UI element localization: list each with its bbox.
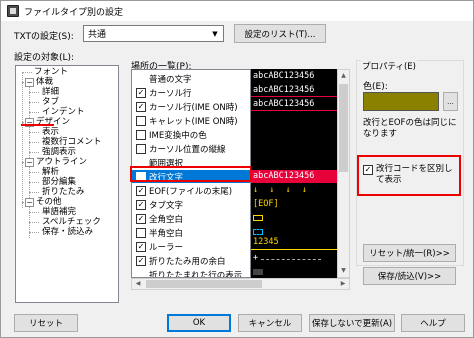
tree-item-tab[interactable]: タブ	[42, 97, 59, 107]
color-swatch[interactable]	[363, 92, 439, 111]
tree-item-other[interactable]: その他	[36, 197, 62, 207]
tree-item-outline[interactable]: アウトライン	[36, 157, 87, 167]
list-item[interactable]: IME変換中の色	[132, 128, 250, 141]
app-icon	[7, 5, 19, 17]
preview-line: +	[253, 253, 259, 263]
list-item[interactable]: ✓ カーソル行	[132, 86, 250, 99]
checkbox[interactable]: ✓	[136, 199, 146, 210]
preview-line: [EOF]	[253, 199, 279, 209]
horizontal-scrollbar[interactable]: ◀ ▶	[131, 278, 350, 290]
tree-item-detail[interactable]: 詳細	[42, 87, 59, 97]
checkbox[interactable]: ✓	[136, 87, 146, 98]
filetype-label: TXTの設定(S):	[14, 32, 74, 42]
checkbox[interactable]	[136, 115, 146, 126]
checkbox[interactable]: ✓	[136, 101, 146, 112]
cancel-button[interactable]: キャンセル	[238, 314, 302, 332]
tree-item-folding[interactable]: 折りたたみ	[42, 187, 85, 197]
red-highlight-checkbox	[357, 155, 461, 196]
list-item[interactable]: 折りたたまれた行の表示	[132, 268, 250, 278]
tree-item-display[interactable]: 表示	[42, 127, 59, 137]
preview-vertical-scrollbar[interactable]: ▲ ▼	[337, 69, 350, 278]
color-pick-button[interactable]: ...	[443, 92, 458, 111]
update-without-saving-button[interactable]: 保存しないで更新(A)	[309, 314, 395, 332]
tree-item-spellcheck[interactable]: スペルチェック	[42, 217, 101, 227]
collapse-icon[interactable]: −	[25, 158, 34, 167]
checkbox[interactable]: ✓	[136, 185, 146, 196]
preview-line: ↓ ↓ ↓ ↓	[253, 185, 310, 195]
list-item[interactable]: ✓ 折りたたみ用の余白	[132, 254, 250, 267]
tree-item-partial-edit[interactable]: 部分編集	[42, 177, 76, 187]
tree-item-multiline-comment[interactable]: 複数行コメント	[42, 137, 102, 147]
preview-line: abcABC123456	[253, 71, 315, 81]
settings-list-button[interactable]: 設定のリスト(T)...	[234, 24, 326, 43]
list-item[interactable]: ✓ ルーラー	[132, 240, 250, 253]
scroll-thumb[interactable]	[339, 84, 348, 172]
chevron-down-icon: ▼	[212, 29, 218, 38]
checkbox[interactable]	[136, 227, 146, 238]
settings-dialog: ファイルタイプ別の設定 TXTの設定(S): 共通 ▼ 設定のリスト(T)...…	[0, 0, 474, 338]
checkbox[interactable]	[136, 143, 146, 154]
checkbox[interactable]: ✓	[136, 255, 146, 266]
title-bar: ファイルタイプ別の設定	[1, 1, 473, 21]
checkbox[interactable]: ✓	[136, 241, 146, 252]
list-item[interactable]: 普通の文字	[132, 72, 250, 85]
checkbox[interactable]: ✓	[136, 213, 146, 224]
list-item[interactable]: カーソル位置の縦線	[132, 142, 250, 155]
reset-unify-button[interactable]: リセット/統一(R)>>	[363, 244, 456, 262]
color-preview: abcABC123456 abcABC123456 abcABC123456 a…	[251, 69, 337, 278]
checkbox[interactable]	[136, 129, 146, 140]
list-item[interactable]: ✓ EOF(ファイルの末尾)	[132, 184, 250, 197]
red-highlight-newline-item	[130, 166, 252, 182]
list-item[interactable]: 半角空白	[132, 226, 250, 239]
color-label: 色(E):	[363, 82, 388, 92]
preview-line: abcABC123456	[253, 171, 315, 181]
tree-item-indent[interactable]: インデント	[42, 107, 85, 117]
scroll-up-icon[interactable]: ▲	[338, 70, 349, 82]
tree-item-highlight[interactable]: 強調表示	[42, 147, 76, 157]
filetype-combo[interactable]: 共通 ▼	[83, 25, 224, 42]
preview-line: abcABC123456	[253, 85, 315, 95]
window-title: ファイルタイプ別の設定	[24, 7, 124, 18]
scroll-down-icon[interactable]: ▼	[338, 265, 349, 277]
scroll-left-icon[interactable]: ◀	[132, 279, 144, 289]
target-label: 設定の対象(L):	[14, 53, 75, 63]
tree-item-analysis[interactable]: 解析	[42, 167, 59, 177]
collapse-icon[interactable]: −	[25, 78, 34, 87]
tree-item-word-completion[interactable]: 単語補完	[42, 207, 76, 217]
tree-item-save-load[interactable]: 保存・読込み	[42, 227, 93, 237]
scroll-right-icon[interactable]: ▶	[337, 279, 349, 289]
filetype-value: 共通	[88, 30, 107, 40]
list-item[interactable]: ✓ カーソル行(IME ON時)	[132, 100, 250, 113]
red-underline-design	[21, 124, 54, 126]
list-item[interactable]: ✓ タブ文字	[132, 198, 250, 211]
preview-line: 12345	[253, 237, 279, 247]
tree-item-layout[interactable]: 体裁	[36, 77, 53, 87]
list-item[interactable]: キャレット(IME ON時)	[132, 114, 250, 127]
reset-button[interactable]: リセット	[14, 314, 78, 332]
save-load-button[interactable]: 保存/読込(V)>>	[363, 267, 456, 285]
property-group-label: プロパティ(E)	[361, 60, 417, 72]
property-note: 改行とEOFの色は同じになります	[363, 118, 457, 139]
help-button[interactable]: ヘルプ	[401, 314, 465, 332]
scroll-thumb[interactable]	[146, 280, 262, 288]
preview-line: abcABC123456	[253, 99, 315, 109]
tree-item-font[interactable]: フォント	[34, 67, 68, 77]
ok-button[interactable]: OK	[167, 314, 231, 332]
collapse-icon[interactable]: −	[25, 198, 34, 207]
list-item[interactable]: ✓ 全角空白	[132, 212, 250, 225]
target-tree: フォント − 体裁 詳細 タブ インデント − デザイン 表示 複数行コメント …	[15, 65, 119, 303]
